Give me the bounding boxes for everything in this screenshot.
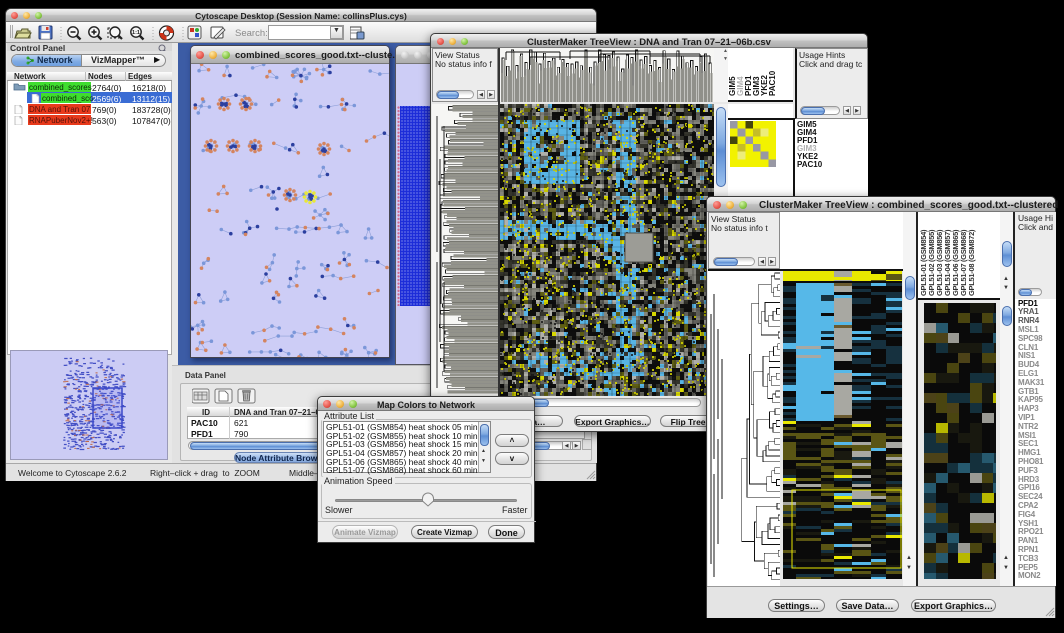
svg-text:1:1: 1:1 bbox=[132, 30, 140, 36]
